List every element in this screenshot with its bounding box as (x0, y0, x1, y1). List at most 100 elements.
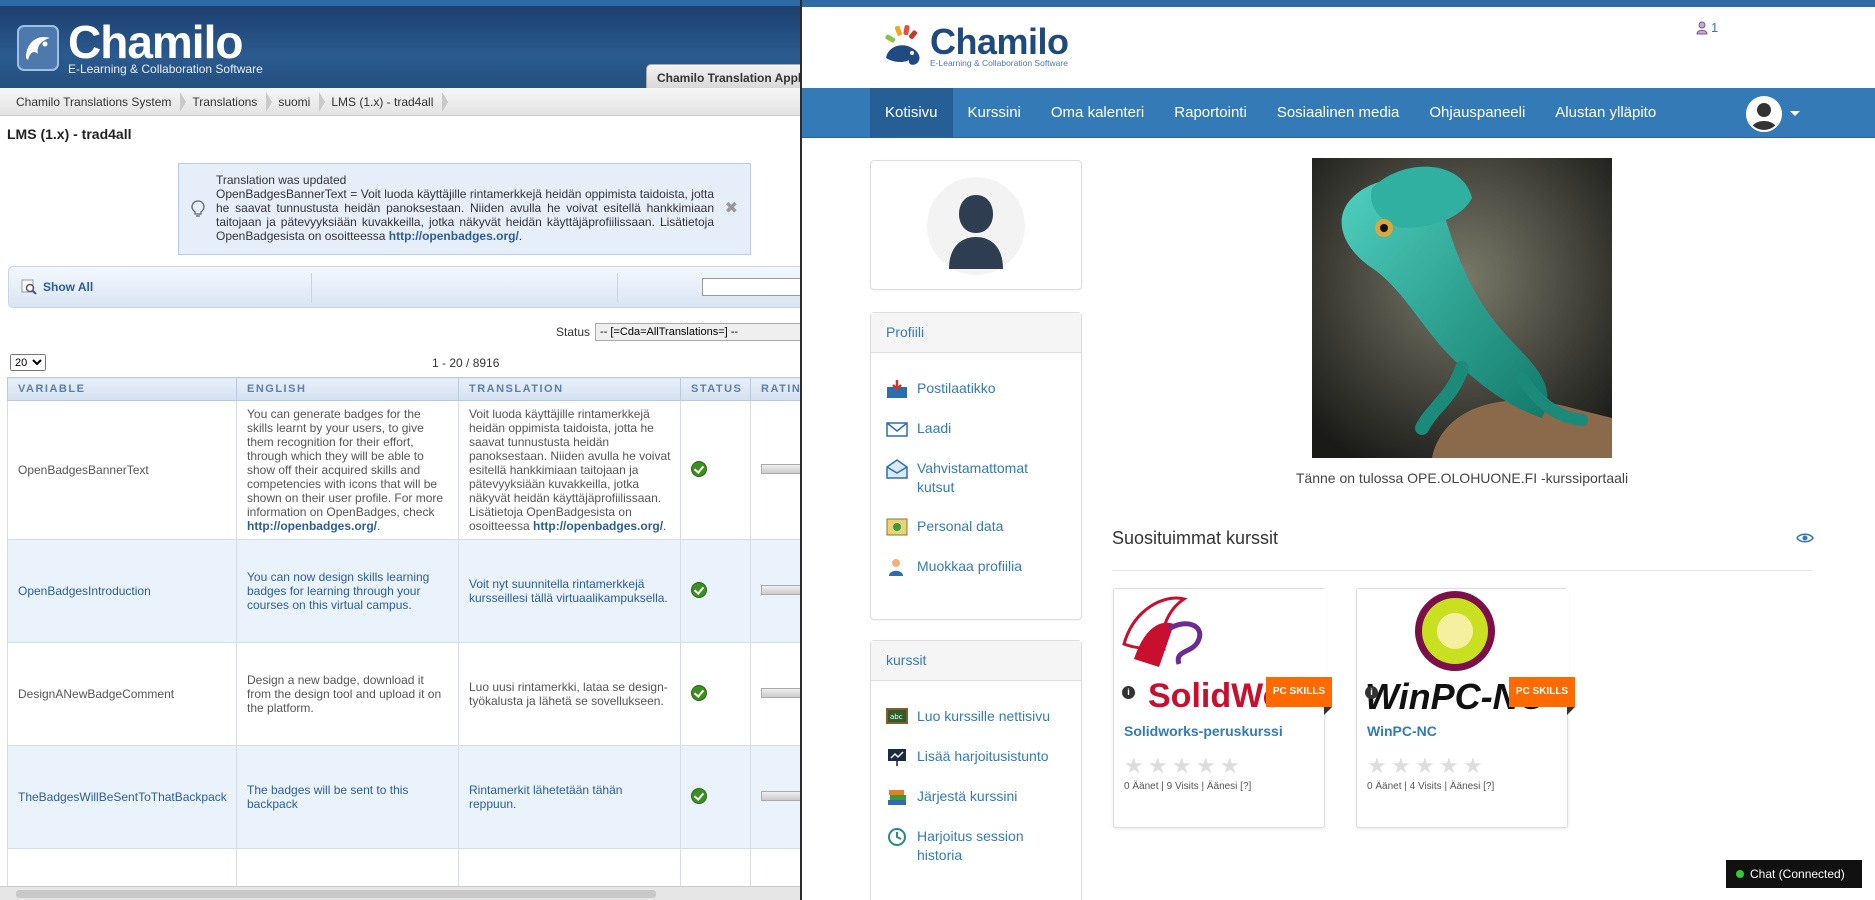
popular-courses-title: Suosituimmat kurssit (1112, 528, 1279, 548)
star-icon[interactable]: ★ (1391, 755, 1412, 777)
nav-item-calendar[interactable]: Oma kalenteri (1036, 88, 1159, 138)
nav-item-dashboard[interactable]: Ohjauspaneeli (1414, 88, 1540, 138)
scrollbar-thumb[interactable] (16, 890, 656, 898)
app-tab[interactable]: Chamilo Translation Application (646, 64, 800, 88)
menu-item-add-session[interactable]: Lisää harjoitusistunto (871, 747, 1081, 767)
menu-item-compose[interactable]: Laadi (871, 419, 1081, 439)
horizontal-scrollbar[interactable] (0, 886, 800, 900)
course-title[interactable]: WinPC-NC (1367, 723, 1437, 739)
user-icon (1696, 21, 1708, 34)
nav-item-home[interactable]: Kotisivu (870, 88, 953, 138)
menu-item-inbox[interactable]: Postilaatikko (871, 379, 1081, 399)
chevron-down-icon[interactable] (1790, 111, 1800, 116)
cell-translation: Luo uusi rintamerkki, lataa se design-ty… (458, 642, 681, 746)
table-row[interactable]: DesignANewBadgeComment Design a new badg… (7, 642, 800, 746)
star-icon[interactable]: ★ (1439, 755, 1460, 777)
translation-window: Chamilo E-Learning & Collaboration Softw… (0, 0, 800, 900)
check-icon (691, 684, 707, 701)
table-row[interactable] (7, 848, 800, 889)
show-all-button[interactable]: Show All (21, 279, 93, 295)
menu-item-label: Personal data (917, 518, 1004, 534)
notice-link[interactable]: http://openbadges.org/ (389, 229, 519, 243)
profile-panel: Profiili Postilaatikko Laadi Vahvistamat… (870, 312, 1082, 620)
menu-item-sort-courses[interactable]: Järjestä kurssini (871, 787, 1081, 807)
online-users[interactable]: 1 (1696, 20, 1718, 35)
star-icon[interactable]: ★ (1196, 755, 1217, 777)
english-link[interactable]: http://openbadges.org/ (247, 519, 377, 533)
course-card[interactable]: SolidWorks i PC SKILLS Solidworks-perusk… (1113, 588, 1332, 828)
chat-label: Chat (Connected) (1750, 867, 1845, 881)
column-header-status[interactable]: STATUS (680, 377, 751, 401)
courses-panel-title: kurssit (871, 641, 1081, 681)
rating-bar[interactable] (761, 688, 800, 698)
books-icon (888, 790, 906, 805)
course-title[interactable]: Solidworks-peruskurssi (1124, 723, 1283, 739)
cell-variable: OpenBadgesIntroduction (7, 539, 237, 643)
menu-item-label: Luo kurssille nettisivu (917, 708, 1051, 724)
menu-item-edit-profile[interactable]: Muokkaa profiilia (871, 557, 1081, 577)
column-header-translation[interactable]: TRANSLATION (458, 377, 681, 401)
info-icon[interactable]: i (1365, 686, 1378, 699)
profile-picture-panel (870, 160, 1082, 290)
close-icon[interactable]: ✖ (725, 201, 738, 217)
breadcrumb: Chamilo Translations System Translations… (0, 88, 800, 116)
menu-item-personal-data[interactable]: Personal data (871, 517, 1081, 537)
chat-button[interactable]: Chat (Connected) (1726, 860, 1862, 888)
left-logo[interactable]: Chamilo E-Learning & Collaboration Softw… (16, 19, 263, 76)
toolbar-divider (311, 273, 312, 303)
left-tagline: E-Learning & Collaboration Software (68, 62, 263, 76)
star-rating[interactable]: ★ ★ ★ ★ ★ (1124, 755, 1241, 777)
breadcrumb-item[interactable]: Translations (182, 91, 273, 112)
lightbulb-icon (191, 200, 205, 217)
star-icon[interactable]: ★ (1367, 755, 1388, 777)
rating-bar[interactable] (761, 585, 800, 595)
table-row[interactable]: TheBadgesWillBeSentToThatBackpack The ba… (7, 745, 800, 849)
rating-bar[interactable] (761, 791, 800, 801)
right-tagline: E-Learning & Collaboration Software (930, 57, 1068, 68)
column-header-variable[interactable]: VARIABLE (7, 377, 237, 401)
table-row[interactable]: OpenBadgesBannerText You can generate ba… (7, 400, 800, 540)
star-icon[interactable]: ★ (1463, 755, 1484, 777)
column-header-rating[interactable]: RATING (750, 377, 800, 401)
rating-bar[interactable] (761, 464, 800, 474)
search-input[interactable] (702, 278, 800, 296)
profile-avatar[interactable] (927, 177, 1025, 275)
cell-translation: Voit luoda käyttäjille rintamerkkejä hei… (458, 400, 681, 540)
table-row[interactable]: OpenBadgesIntroduction You can now desig… (7, 539, 800, 643)
nav-item-admin[interactable]: Alustan ylläpito (1540, 88, 1671, 138)
translation-link[interactable]: http://openbadges.org/ (533, 519, 663, 533)
per-page-select[interactable]: 20 (10, 354, 46, 371)
nav-item-reporting[interactable]: Raportointi (1159, 88, 1262, 138)
record-count: 1 - 20 / 8916 (432, 356, 500, 370)
user-avatar[interactable] (1746, 96, 1782, 132)
presentation-icon (888, 749, 906, 766)
status-select[interactable]: -- [=Cda=AllTranslations=] -- (595, 323, 800, 341)
menu-item-invitations[interactable]: Vahvistamattomat kutsut (871, 459, 1081, 497)
cell-english: The badges will be sent to this backpack (236, 745, 459, 849)
nav-item-social[interactable]: Sosiaalinen media (1262, 88, 1415, 138)
course-card[interactable]: WinPC-NC i PC SKILLS WinPC-NC ★ ★ ★ ★ ★ 0 Ää… (1356, 588, 1575, 828)
menu-item-session-history[interactable]: Harjoitus session historia (871, 827, 1081, 865)
menu-item-label: Vahvistamattomat kutsut (917, 460, 1029, 495)
category-ribbon: PC SKILLS (1266, 677, 1332, 715)
check-icon (691, 581, 707, 598)
star-icon[interactable]: ★ (1415, 755, 1436, 777)
eye-icon[interactable] (1796, 532, 1814, 544)
breadcrumb-item[interactable]: suomi (268, 91, 326, 112)
right-logo[interactable]: Chamilo E-Learning & Collaboration Softw… (882, 23, 1069, 68)
column-header-english[interactable]: ENGLISH (236, 377, 459, 401)
info-icon[interactable]: i (1122, 686, 1135, 699)
id-card-icon (886, 518, 908, 536)
star-icon[interactable]: ★ (1124, 755, 1145, 777)
magnifier-icon (21, 279, 37, 295)
star-icon[interactable]: ★ (1172, 755, 1193, 777)
breadcrumb-item[interactable]: Chamilo Translations System (6, 91, 187, 112)
nav-item-my-courses[interactable]: Kurssini (953, 88, 1036, 138)
translation-text: Voit luoda käyttäjille rintamerkkejä hei… (469, 407, 671, 533)
cell-variable: DesignANewBadgeComment (7, 642, 237, 746)
star-icon[interactable]: ★ (1220, 755, 1241, 777)
star-icon[interactable]: ★ (1148, 755, 1169, 777)
breadcrumb-item[interactable]: LMS (1.x) - trad4all (321, 91, 449, 112)
menu-item-create-course[interactable]: abc Luo kurssille nettisivu (871, 707, 1081, 727)
star-rating[interactable]: ★ ★ ★ ★ ★ (1367, 755, 1484, 777)
